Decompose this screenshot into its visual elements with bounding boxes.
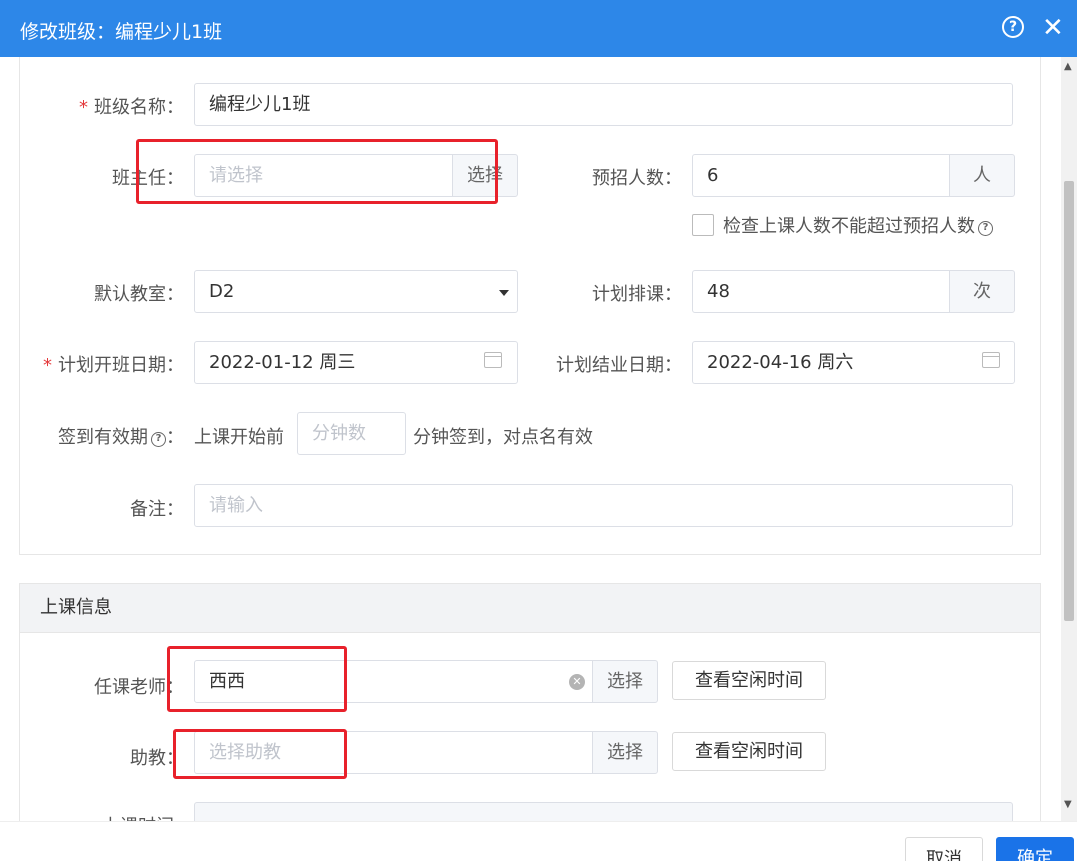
class-name-label-text: 班级名称： xyxy=(94,97,184,118)
dialog-titlebar: 修改班级：编程少儿1班 ? ✕ xyxy=(0,0,1077,57)
lesson-info-header: 上课信息 xyxy=(20,584,1040,633)
checkin-suffix: 分钟签到，对点名有效 xyxy=(413,427,593,448)
planned-students-unit: 人 xyxy=(949,154,1015,197)
required-mark: * xyxy=(79,97,88,118)
start-date-input[interactable]: 2022-01-12 周三 xyxy=(194,341,518,384)
checkin-minutes-placeholder: 分钟数 xyxy=(312,423,366,444)
planned-students-input[interactable]: 6 xyxy=(692,154,952,197)
remark-placeholder: 请输入 xyxy=(209,495,263,516)
class-name-label: * 班级名称： xyxy=(40,93,184,119)
assistant-free-time-button[interactable]: 查看空闲时间 xyxy=(672,732,826,771)
scrollbar[interactable]: ▲ ▼ xyxy=(1061,57,1077,821)
planned-lessons-label: 计划排课： xyxy=(592,284,682,305)
schedule-label: 上课时间 xyxy=(40,812,174,821)
chevron-down-icon xyxy=(499,290,509,296)
checkin-label-colon: ： xyxy=(166,427,184,448)
required-mark: * xyxy=(43,355,52,376)
question-circle-icon[interactable]: ? xyxy=(151,432,166,447)
dialog-title: 修改班级：编程少儿1班 xyxy=(20,21,223,43)
annotation-box xyxy=(136,139,498,204)
check-limit-label: 检查上课人数不能超过预招人数? xyxy=(723,212,993,238)
dialog-footer: 取消 确定 xyxy=(0,821,1077,861)
checkin-prefix: 上课开始前 xyxy=(194,427,284,448)
question-circle-icon[interactable]: ? xyxy=(978,221,993,236)
close-icon[interactable]: ✕ xyxy=(1042,13,1064,43)
calendar-icon[interactable] xyxy=(484,352,502,368)
checkin-minutes-input[interactable]: 分钟数 xyxy=(297,412,406,455)
teacher-select-button[interactable]: 选择 xyxy=(592,660,658,703)
annotation-box xyxy=(173,729,347,779)
scroll-up-icon[interactable]: ▲ xyxy=(1064,61,1072,72)
scrollbar-thumb[interactable] xyxy=(1064,181,1074,621)
scroll-down-icon[interactable]: ▼ xyxy=(1064,799,1072,810)
schedule-table-header xyxy=(194,802,1013,821)
default-room-label: 默认教室： xyxy=(94,284,184,305)
start-date-label-text: 计划开班日期： xyxy=(58,355,184,376)
default-room-select[interactable]: D2 xyxy=(194,270,518,313)
end-date-label: 计划结业日期： xyxy=(556,355,682,376)
planned-students-label: 预招人数： xyxy=(592,168,682,189)
assistant-select-button[interactable]: 选择 xyxy=(592,731,658,774)
checkin-label-text: 签到有效期 xyxy=(58,427,148,448)
end-date-input[interactable]: 2022-04-16 周六 xyxy=(692,341,1015,384)
check-limit-text: 检查上课人数不能超过预招人数 xyxy=(723,216,975,237)
teacher-label: 任课老师： xyxy=(94,677,184,698)
calendar-icon[interactable] xyxy=(982,352,1000,368)
check-limit-checkbox[interactable] xyxy=(692,214,714,236)
planned-lessons-input[interactable]: 48 xyxy=(692,270,952,313)
checkin-label: 签到有效期?： xyxy=(40,423,184,449)
start-date-label: * 计划开班日期： xyxy=(30,351,184,377)
assistant-label: 助教： xyxy=(130,748,184,769)
remark-label: 备注： xyxy=(130,499,184,520)
teacher-free-time-button[interactable]: 查看空闲时间 xyxy=(672,661,826,700)
annotation-box xyxy=(167,646,347,712)
remark-input[interactable]: 请输入 xyxy=(194,484,1013,527)
clear-icon[interactable]: ✕ xyxy=(569,674,585,690)
question-circle-icon[interactable]: ? xyxy=(1002,16,1024,38)
dialog-body[interactable]: * 班级名称： 编程少儿1班 班主任： 请选择 选择 预招人数： 6 人 检查上课… xyxy=(0,57,1061,821)
confirm-button[interactable]: 确定 xyxy=(996,837,1074,861)
class-name-input[interactable]: 编程少儿1班 xyxy=(194,83,1013,126)
cancel-button[interactable]: 取消 xyxy=(905,837,983,861)
planned-lessons-unit: 次 xyxy=(949,270,1015,313)
